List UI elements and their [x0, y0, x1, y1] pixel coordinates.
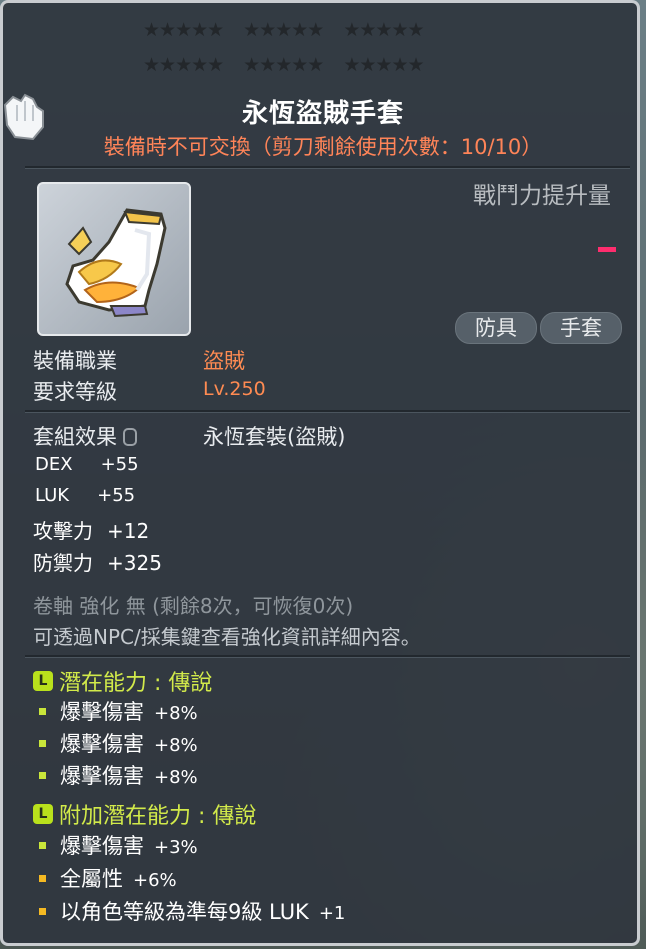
- stat-line: 防禦力 +325: [33, 547, 162, 576]
- star-group: ★★★★★: [243, 54, 324, 76]
- stat-line: LUK +55: [35, 485, 135, 506]
- star-force-row-1: ★★★★★ ★★★★★ ★★★★★: [143, 19, 425, 41]
- additional-potential-title: 附加潛在能力 : 傳說: [59, 804, 257, 829]
- bullet-icon: [39, 771, 46, 779]
- category-tag-armor: 防具: [455, 312, 537, 344]
- potential-title: 潛在能力 : 傳說: [59, 671, 213, 696]
- potential-line: 爆擊傷害 +8%: [39, 696, 198, 726]
- job-label: 裝備職業: [33, 349, 117, 373]
- stat-key: DEX: [35, 454, 73, 475]
- stat-line: DEX +55: [35, 454, 139, 475]
- star-force-row-2: ★★★★★ ★★★★★ ★★★★★: [143, 54, 425, 76]
- combat-power-indicator: [598, 247, 616, 252]
- potential-value: +8%: [154, 735, 198, 756]
- potential-header: L 潛在能力 : 傳說: [33, 665, 212, 697]
- legendary-badge-icon: L: [33, 671, 53, 691]
- stat-key: 防禦力: [33, 551, 93, 575]
- star-group: ★★★★★: [143, 19, 224, 41]
- category-tag-gloves: 手套: [540, 312, 622, 344]
- stat-value: +325: [107, 551, 162, 575]
- divider: [25, 655, 630, 658]
- stat-key: LUK: [35, 485, 70, 506]
- bullet-icon: [39, 739, 46, 747]
- additional-potential-line: 全屬性 +6%: [39, 863, 177, 893]
- divider: [25, 166, 630, 169]
- star-group: ★★★★★: [343, 19, 424, 41]
- mouse-icon: [123, 428, 137, 446]
- potential-name: 以角色等級為準每9級 LUK: [60, 900, 309, 924]
- bullet-icon: [39, 841, 46, 849]
- item-icon-frame: [37, 182, 191, 336]
- potential-value: +8%: [154, 767, 198, 788]
- item-name: 永恆盜賊手套: [241, 99, 404, 129]
- stat-value: +12: [107, 519, 150, 543]
- npc-enhance-note: 可透過NPC/採集鍵查看強化資訊詳細內容。: [33, 625, 421, 649]
- potential-name: 爆擊傷害: [60, 732, 144, 756]
- potential-name: 全屬性: [60, 867, 123, 891]
- additional-potential-line: 以角色等級為準每9級 LUK +1: [39, 896, 345, 926]
- potential-name: 爆擊傷害: [60, 700, 144, 724]
- stat-value: +55: [100, 454, 139, 475]
- stat-value: +55: [97, 485, 136, 506]
- combat-power-label: 戰鬥力提升量: [473, 183, 611, 209]
- star-group: ★★★★★: [343, 54, 424, 76]
- potential-value: +8%: [154, 703, 198, 724]
- level-value: Lv.250: [203, 378, 266, 400]
- stat-line: 攻擊力 +12: [33, 515, 149, 544]
- set-effect-text: 套組效果: [33, 425, 117, 449]
- potential-value: +1: [318, 903, 346, 924]
- potential-value: +6%: [133, 870, 177, 891]
- additional-potential-header: L 附加潛在能力 : 傳說: [33, 798, 256, 830]
- additional-potential-line: 爆擊傷害 +3%: [39, 830, 198, 860]
- potential-name: 爆擊傷害: [60, 834, 144, 858]
- set-effect-label: 套組效果: [33, 421, 137, 451]
- star-group: ★★★★★: [243, 19, 324, 41]
- gloves-icon: [65, 208, 167, 318]
- item-tooltip: ★★★★★ ★★★★★ ★★★★★ ★★★★★ ★★★★★ ★★★★★ 永恆盜賊…: [0, 0, 640, 946]
- potential-line: 爆擊傷害 +8%: [39, 728, 198, 758]
- job-value: 盜賊: [203, 349, 245, 373]
- bullet-icon: [39, 874, 46, 882]
- trade-restriction-note: 裝備時不可交換（剪刀剩餘使用次數：10/10）: [103, 135, 543, 159]
- divider: [25, 410, 630, 413]
- stat-key: 攻擊力: [33, 519, 93, 543]
- potential-value: +3%: [154, 837, 198, 858]
- set-name: 永恆套裝(盜賊): [203, 425, 346, 449]
- potential-line: 爆擊傷害 +8%: [39, 760, 198, 790]
- star-group: ★★★★★: [143, 54, 224, 76]
- level-label: 要求等級: [33, 380, 117, 404]
- scroll-enhance-info: 卷軸 強化 無 (剩餘8次，可恢復0次): [33, 594, 354, 618]
- potential-name: 爆擊傷害: [60, 764, 144, 788]
- legendary-badge-icon: L: [33, 804, 53, 824]
- bullet-icon: [39, 907, 46, 915]
- bullet-icon: [39, 707, 46, 715]
